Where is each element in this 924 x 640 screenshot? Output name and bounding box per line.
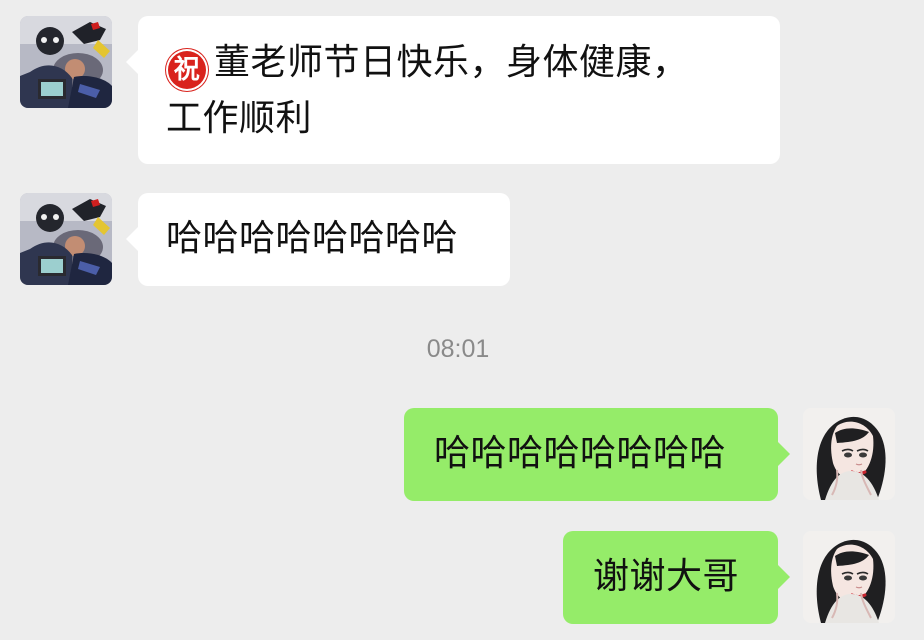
message-text: 谢谢大哥 xyxy=(593,556,740,597)
friend-avatar[interactable] xyxy=(20,193,112,285)
incoming-message-2[interactable]: 哈哈哈哈哈哈哈哈 xyxy=(126,193,510,286)
outgoing-message-1[interactable]: 哈哈哈哈哈哈哈哈 xyxy=(404,408,790,501)
my-avatar[interactable] xyxy=(803,408,895,500)
illustrated-girl-avatar xyxy=(803,531,895,623)
incoming-message-1[interactable]: 祝董老师节日快乐，身体健康， 工作顺利 xyxy=(126,16,780,164)
timestamp: 08:01 xyxy=(426,335,490,363)
my-avatar[interactable] xyxy=(803,531,895,623)
message-text: 哈哈哈哈哈哈哈哈 xyxy=(434,433,727,474)
friend-avatar-photo xyxy=(20,16,112,108)
outgoing-message-2[interactable]: 谢谢大哥 xyxy=(563,531,790,624)
friend-avatar-photo xyxy=(20,193,112,285)
message-text: 哈哈哈哈哈哈哈哈 xyxy=(166,218,459,259)
message-text-part-1: 董老师节日快乐，身体健康， xyxy=(214,42,689,83)
message-line-2: 工作顺利 xyxy=(166,98,313,139)
blessing-emoji-icon: 祝 xyxy=(166,49,208,91)
illustrated-girl-avatar xyxy=(803,408,895,500)
friend-avatar[interactable] xyxy=(20,16,112,108)
message-line-1: 祝董老师节日快乐，身体健康， xyxy=(166,35,752,91)
chat-conversation: 祝董老师节日快乐，身体健康， 工作顺利 哈哈哈哈哈哈哈哈 08:01 哈哈哈哈哈… xyxy=(0,0,924,640)
